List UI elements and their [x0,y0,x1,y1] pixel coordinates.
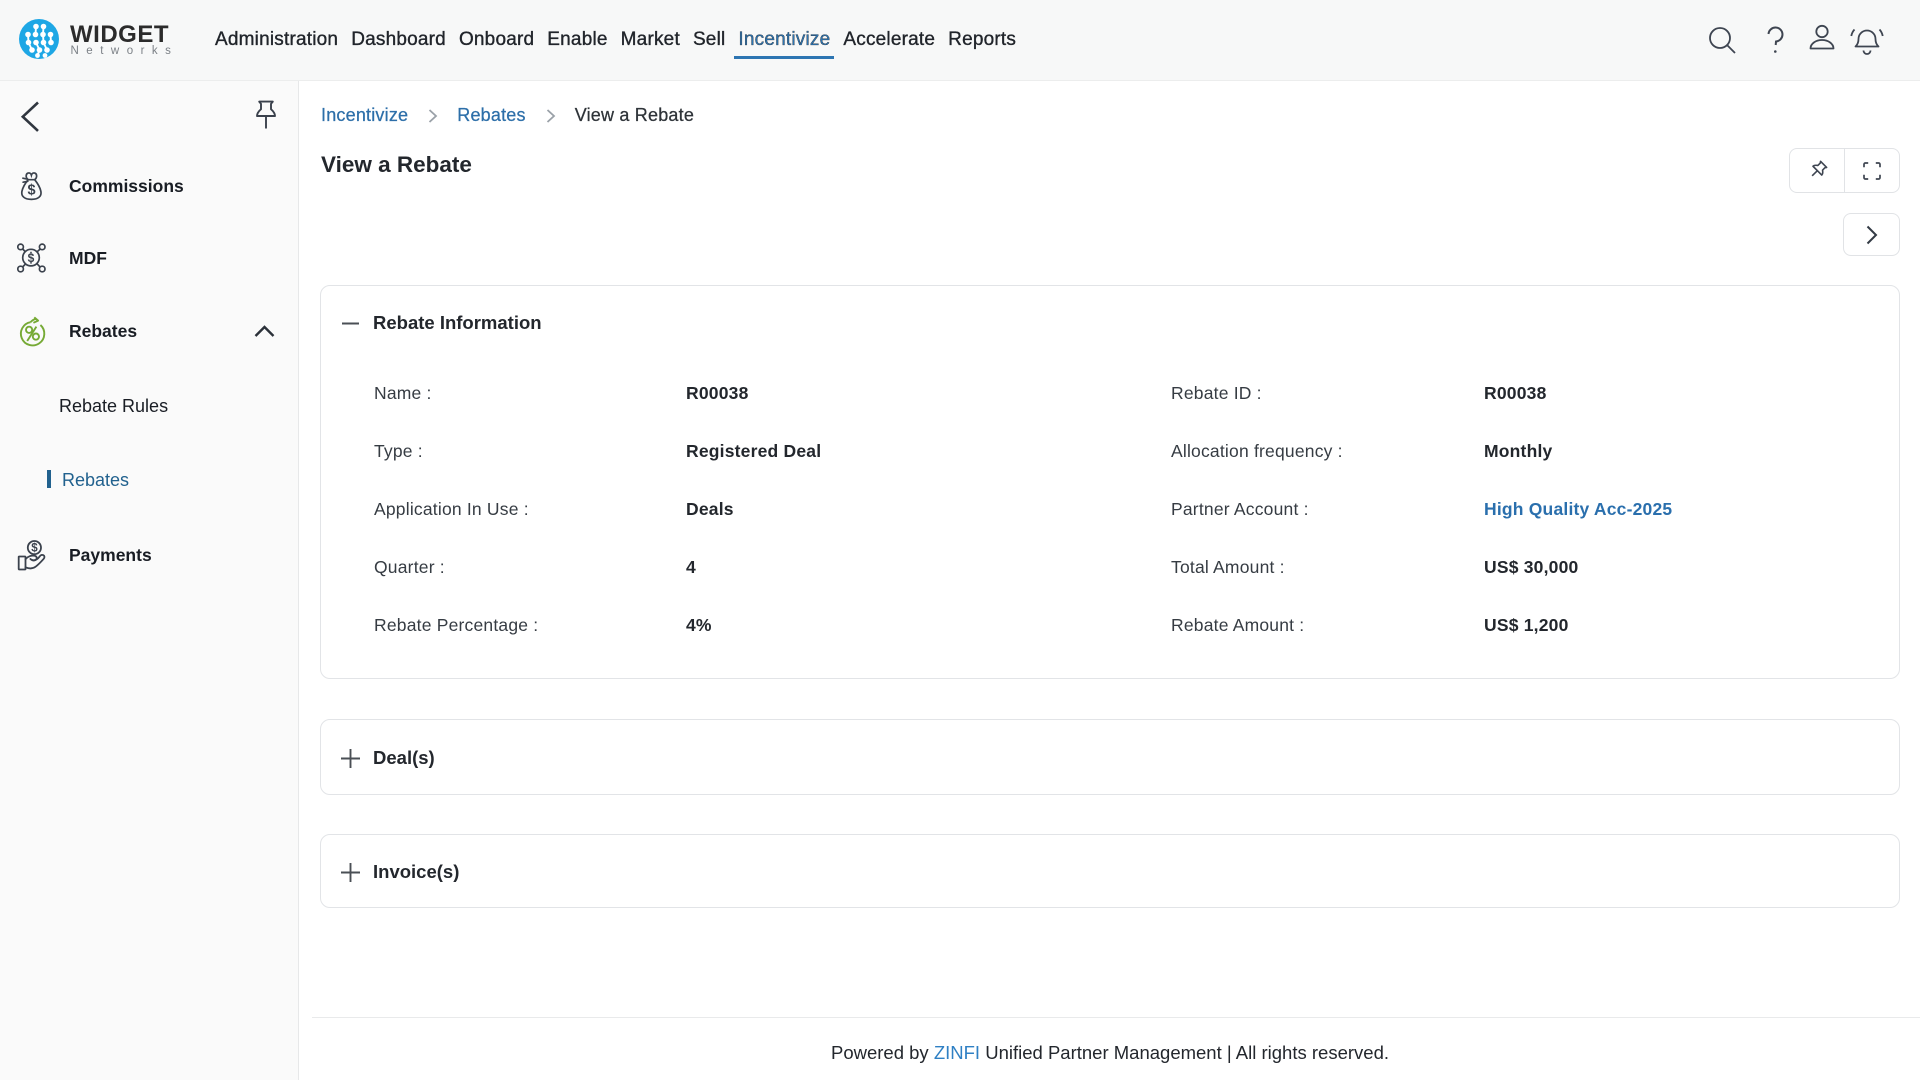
svg-text:$: $ [27,183,35,199]
svg-text:$: $ [31,543,38,555]
svg-text:$: $ [28,251,35,265]
